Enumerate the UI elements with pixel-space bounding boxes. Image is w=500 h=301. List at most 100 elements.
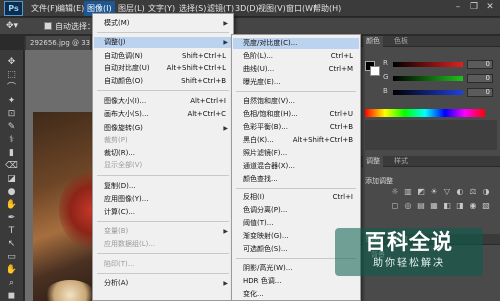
- auto-select-checkbox[interactable]: [44, 22, 52, 30]
- adjust-menu-item[interactable]: 颜色查找...: [233, 174, 359, 185]
- image-menu-item[interactable]: 自动色调(N) Shift+Ctrl+L: [94, 51, 232, 62]
- adjust-menu-item[interactable]: 通道混合器(X)...: [233, 161, 359, 172]
- eraser-tool-icon[interactable]: ⌫: [4, 160, 19, 172]
- channel-slider[interactable]: [393, 62, 463, 67]
- image-menu-item[interactable]: 分析(A) ▶: [94, 278, 232, 289]
- hand-tool-icon[interactable]: ✋: [4, 264, 19, 276]
- blur-tool-icon[interactable]: ●: [4, 186, 19, 198]
- gradient-tool-icon[interactable]: ◪: [4, 173, 19, 185]
- image-menu-item[interactable]: 图像大小(I)... Alt+Ctrl+I: [94, 96, 232, 107]
- menu-item-label: 可选颜色(S)...: [243, 245, 288, 253]
- move-tool-icon[interactable]: ✥▾: [6, 20, 22, 33]
- document-tab[interactable]: 292656.jpg @ 33...: [26, 36, 90, 50]
- adjustment-icon[interactable]: ▦: [428, 200, 440, 211]
- adjust-menu-item[interactable]: HDR 色调...: [233, 276, 359, 287]
- auto-select-label: 自动选择：: [55, 22, 95, 31]
- adjustment-icon[interactable]: ⚖: [467, 186, 479, 197]
- menu-separator: [97, 221, 229, 222]
- submenu-separator: [236, 188, 356, 189]
- adjustment-icon[interactable]: ▧: [480, 200, 492, 211]
- minimize-icon[interactable]: –: [452, 1, 464, 13]
- shape-tool-icon[interactable]: ▭: [4, 251, 19, 263]
- lasso-tool-icon[interactable]: ⌒: [4, 82, 19, 94]
- watermark: 百科全说 助你轻松解决: [335, 228, 483, 276]
- image-menu-item[interactable]: 应用图像(Y)...: [94, 194, 232, 205]
- background-color-swatch[interactable]: [370, 66, 380, 76]
- dodge-tool-icon[interactable]: ✋: [4, 199, 19, 211]
- color-panel-tabs-tab[interactable]: 色板: [391, 36, 411, 47]
- toolbox: ✥ ⬚ ⌒ ✦ ⊡ ✎ ⚕ ▮ ⌫ ◪ ● ✋ ✒ T ↖ ▭ ✋ ⌕ ◼: [0, 50, 24, 301]
- image-menu-item[interactable]: 画布大小(S)... Alt+Ctrl+C: [94, 109, 232, 120]
- adjust-menu-item[interactable]: 自然饱和度(V)...: [233, 96, 359, 107]
- adjustments-panel-tabs-tab[interactable]: 样式: [391, 156, 411, 167]
- adjust-menu-item[interactable]: 色相/饱和度(H)... Ctrl+U: [233, 109, 359, 120]
- image-menu-item[interactable]: 模式(M) ▶: [94, 18, 232, 29]
- image-menu-item[interactable]: 复制(D)...: [94, 181, 232, 192]
- adjustment-icon[interactable]: ◨: [454, 200, 466, 211]
- image-menu-item[interactable]: 计算(C)...: [94, 207, 232, 218]
- adjust-menu-item[interactable]: 色调分离(P)...: [233, 205, 359, 216]
- image-menu-item: 陷印(T)...: [94, 259, 232, 270]
- adjustment-icon[interactable]: ◻: [389, 200, 401, 211]
- menu-item-label: 画布大小(S)...: [104, 110, 149, 118]
- color-panel-tabs-tab[interactable]: 颜色: [363, 36, 383, 47]
- brush-tool-icon[interactable]: ▮: [4, 147, 19, 159]
- adjustment-icon[interactable]: ▤: [415, 200, 427, 211]
- watermark-subtitle: 助你轻松解决: [373, 258, 445, 269]
- channel-label: R: [383, 59, 388, 67]
- close-icon[interactable]: ✕: [484, 1, 496, 13]
- image-menu-item[interactable]: 裁切(R)...: [94, 148, 232, 159]
- color-swatch-icon[interactable]: ◼: [4, 290, 19, 301]
- adjustment-icon[interactable]: ▥: [402, 186, 414, 197]
- adjustment-icon[interactable]: ◐: [454, 186, 466, 197]
- crop-tool-icon[interactable]: ⊡: [4, 108, 19, 120]
- adjustment-icon[interactable]: ☼: [389, 186, 401, 197]
- adjust-menu-item[interactable]: 黑白(K)... Alt+Shift+Ctrl+B: [233, 135, 359, 146]
- adjustment-icon[interactable]: ◩: [415, 186, 427, 197]
- eyedropper-icon[interactable]: ✎: [4, 121, 19, 133]
- menu-separator: [97, 32, 229, 33]
- image-menu-item[interactable]: 图像旋转(G) ▶: [94, 123, 232, 134]
- adjust-menu-item[interactable]: 色阶(L)... Ctrl+L: [233, 51, 359, 62]
- menu-1[interactable]: 编辑(E): [54, 1, 87, 16]
- submenu-arrow-icon: ▶: [223, 125, 228, 132]
- adjust-menu-item[interactable]: 亮度/对比度(C)...: [233, 38, 359, 49]
- image-menu-item[interactable]: 调整(J) ▶: [94, 37, 232, 48]
- adjust-menu-item[interactable]: 曝光度(E)...: [233, 77, 359, 88]
- adjustment-icon[interactable]: ◉: [467, 200, 479, 211]
- channel-value[interactable]: 0: [467, 88, 493, 97]
- zoom-tool-icon[interactable]: ⌕: [4, 277, 19, 289]
- adjustment-icon[interactable]: ◧: [441, 200, 453, 211]
- image-menu-item: 应用数据组(L)...: [94, 239, 232, 250]
- marquee-tool-icon[interactable]: ⬚: [4, 69, 19, 81]
- adjustment-icon[interactable]: ☀: [428, 186, 440, 197]
- menu-item-label: HDR 色调...: [243, 277, 282, 285]
- adjustment-icon[interactable]: ▽: [441, 186, 453, 197]
- path-select-icon[interactable]: ↖: [4, 238, 19, 250]
- adjust-menu-item[interactable]: 色彩平衡(B)... Ctrl+B: [233, 122, 359, 133]
- type-tool-icon[interactable]: T: [4, 225, 19, 237]
- adjustment-icon[interactable]: ◑: [480, 186, 492, 197]
- quick-select-icon[interactable]: ✦: [4, 95, 19, 107]
- move-tool-icon[interactable]: ✥: [4, 56, 19, 68]
- menu-10[interactable]: 帮助(H): [310, 1, 344, 16]
- pen-tool-icon[interactable]: ✒: [4, 212, 19, 224]
- image-menu: 模式(M) ▶ 调整(J) ▶ 自动色调(N) Shift+Ctrl+L 自动对比度(U) A…: [92, 13, 234, 301]
- channel-value[interactable]: 0: [467, 74, 493, 83]
- adjust-menu-item[interactable]: 反相(I) Ctrl+I: [233, 192, 359, 203]
- adjustments-panel-tabs-tab[interactable]: 调整: [363, 156, 383, 167]
- image-menu-item[interactable]: 自动对比度(U) Alt+Shift+Ctrl+L: [94, 63, 232, 74]
- restore-icon[interactable]: ❐: [468, 1, 480, 13]
- adjust-menu-item[interactable]: 曲线(U)... Ctrl+M: [233, 64, 359, 75]
- channel-slider[interactable]: [393, 76, 463, 81]
- channel-slider[interactable]: [393, 90, 463, 95]
- image-menu-item[interactable]: 自动颜色(O) Shift+Ctrl+B: [94, 76, 232, 87]
- adjustment-icon[interactable]: ◎: [402, 200, 414, 211]
- adjust-menu-item[interactable]: 变化...: [233, 289, 359, 300]
- adjust-menu-item[interactable]: 照片滤镜(F)...: [233, 148, 359, 159]
- menu-item-shortcut: Alt+Ctrl+I: [190, 97, 226, 105]
- healing-brush-icon[interactable]: ⚕: [4, 134, 19, 146]
- menu-item-label: 色相/饱和度(H)...: [243, 110, 298, 118]
- channel-value[interactable]: 0: [467, 60, 493, 69]
- color-spectrum[interactable]: [365, 109, 485, 117]
